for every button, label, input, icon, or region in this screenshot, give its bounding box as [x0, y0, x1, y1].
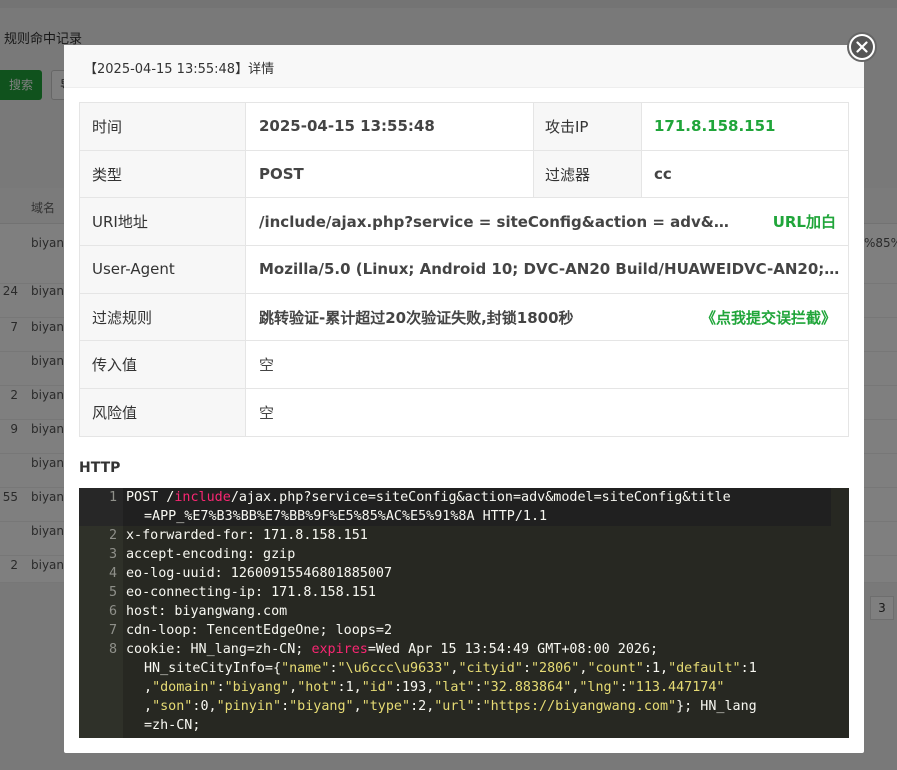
- detail-modal: 【2025-04-15 13:55:48】详情 时间 2025-04-15 13…: [64, 45, 864, 753]
- filter-rule-value: 跳转验证-累计超过20次验证失败,封锁1800秒: [259, 308, 574, 327]
- time-label: 时间: [79, 102, 246, 151]
- detail-row-user-agent: User-Agent Mozilla/5.0 (Linux; Android 1…: [79, 245, 849, 294]
- detail-row-rule: 过滤规则 跳转验证-累计超过20次验证失败,封锁1800秒 《点我提交误拦截》: [79, 292, 849, 342]
- uri-value: /include/ajax.php?service = siteConfig&a…: [259, 212, 739, 231]
- uri-label: URI地址: [79, 197, 246, 247]
- http-section-title: HTTP: [79, 460, 121, 476]
- report-false-positive-link[interactable]: 《点我提交误拦截》: [701, 307, 836, 328]
- risk-value-label: 风险值: [79, 388, 246, 437]
- attack-ip-label: 攻击IP: [533, 102, 642, 151]
- close-icon: [851, 36, 873, 58]
- detail-table: 时间 2025-04-15 13:55:48 攻击IP 171.8.158.15…: [79, 102, 849, 437]
- modal-header: 【2025-04-15 13:55:48】详情: [64, 45, 864, 88]
- user-agent-value: Mozilla/5.0 (Linux; Android 10; DVC-AN20…: [259, 260, 844, 279]
- time-value: 2025-04-15 13:55:48: [245, 102, 534, 151]
- detail-row-type: 类型 POST 过滤器 cc: [79, 149, 849, 199]
- detail-row-risk: 风险值 空: [79, 388, 849, 437]
- user-agent-label: User-Agent: [79, 245, 246, 294]
- http-code-editor[interactable]: 1 POST /include/ajax.php?service=siteCon…: [79, 488, 849, 738]
- type-label: 类型: [79, 149, 246, 199]
- type-value: POST: [245, 149, 534, 199]
- detail-row-time: 时间 2025-04-15 13:55:48 攻击IP 171.8.158.15…: [79, 102, 849, 151]
- input-value: 空: [245, 340, 849, 390]
- input-value-label: 传入值: [79, 340, 246, 390]
- attack-ip-value: 171.8.158.151: [641, 102, 849, 151]
- filter-label: 过滤器: [533, 149, 642, 199]
- close-modal-button[interactable]: [847, 32, 877, 62]
- detail-row-input: 传入值 空: [79, 340, 849, 390]
- risk-value: 空: [245, 388, 849, 437]
- modal-title: 【2025-04-15 13:55:48】详情: [84, 62, 275, 77]
- url-whitelist-link[interactable]: URL加白: [773, 211, 836, 232]
- filter-rule-label: 过滤规则: [79, 292, 246, 342]
- detail-row-uri: URI地址 /include/ajax.php?service = siteCo…: [79, 197, 849, 247]
- filter-value: cc: [641, 149, 849, 199]
